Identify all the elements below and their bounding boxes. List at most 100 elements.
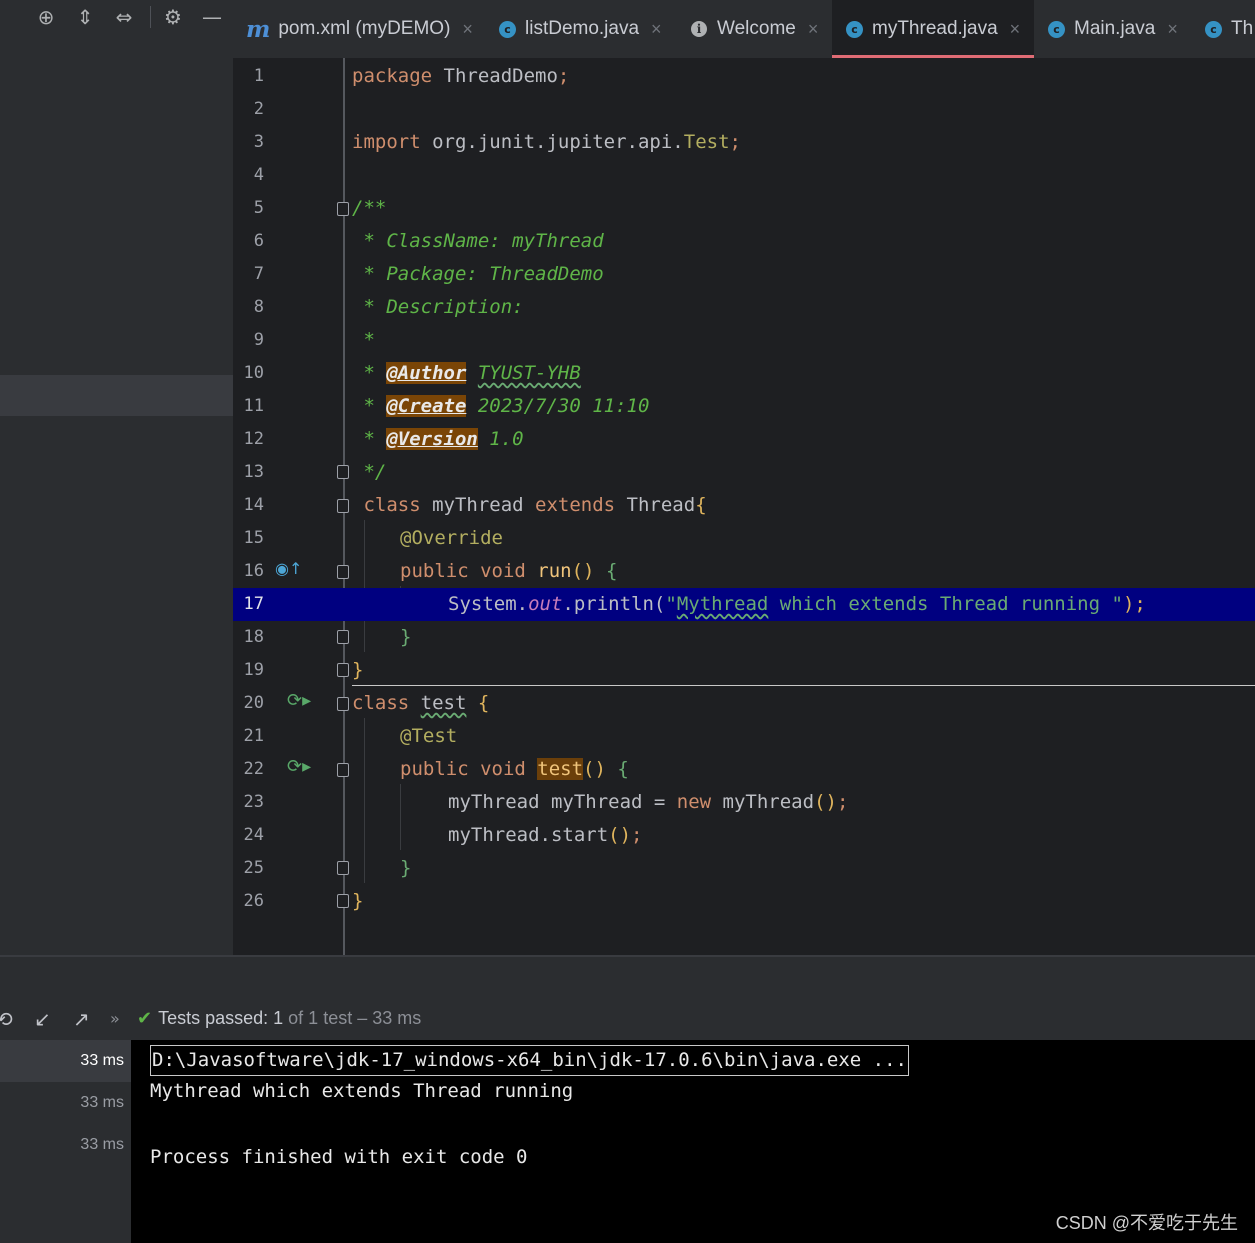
fold-icon[interactable] — [337, 630, 349, 644]
line-number: 6 — [253, 231, 264, 251]
minimize-icon[interactable]: — — [199, 4, 225, 30]
code-line[interactable]: 6 * ClassName: myThread — [233, 225, 1255, 258]
fold-icon[interactable] — [337, 763, 349, 777]
line-number: 4 — [253, 165, 264, 185]
console-command-line[interactable]: D:\Javasoftware\jdk-17_windows-x64_bin\j… — [150, 1045, 909, 1076]
code-text: System.out.println("Mythread which exten… — [448, 593, 1146, 615]
line-number: 23 — [243, 792, 264, 812]
check-icon: ✔ — [137, 1008, 153, 1029]
line-number: 21 — [243, 726, 264, 746]
line-number: 20 — [243, 693, 264, 713]
tab-listdemo-java[interactable]: c listDemo.java × — [499, 0, 662, 58]
line-number: 2 — [253, 99, 264, 119]
code-line-current[interactable]: 17 System.out.println("Mythread which ex… — [233, 588, 1255, 621]
tab-mythread-java[interactable]: c myThread.java × — [832, 0, 1035, 58]
code-line[interactable]: 20 ⟳▸ class test { — [233, 687, 1255, 720]
code-line[interactable]: 21 @Test — [233, 720, 1255, 753]
code-text: public void test() { — [400, 758, 629, 780]
java-class-icon: c — [1205, 20, 1222, 38]
expand-all-icon[interactable]: ⇕ — [72, 4, 98, 30]
tab-pom-xml[interactable]: m pom.xml (myDEMO) × — [246, 0, 473, 58]
code-line[interactable]: 15 @Override — [233, 522, 1255, 555]
fold-icon[interactable] — [337, 894, 349, 908]
tab-label: myThread.java — [872, 18, 998, 39]
code-line[interactable]: 22 ⟳▸ public void test() { — [233, 753, 1255, 786]
gear-icon[interactable]: ⚙ — [160, 4, 186, 30]
tab-main-java[interactable]: c Main.java × — [1048, 0, 1178, 58]
close-icon[interactable]: × — [651, 19, 662, 40]
fold-icon[interactable] — [337, 465, 349, 479]
code-line[interactable]: 13 */ — [233, 456, 1255, 489]
test-tree-row[interactable]: 33 ms — [0, 1082, 131, 1124]
code-line[interactable]: 25 } — [233, 852, 1255, 885]
code-line[interactable]: 19 } — [233, 654, 1255, 687]
code-text: * — [352, 329, 375, 351]
code-text: @Override — [400, 527, 503, 549]
code-line[interactable]: 16 ◉↑ public void run() { — [233, 555, 1255, 588]
line-number: 9 — [253, 330, 264, 350]
editor-tab-bar: m pom.xml (myDEMO) × c listDemo.java × i… — [233, 0, 1255, 58]
tab-label: pom.xml (myDEMO) — [278, 18, 451, 39]
line-number: 22 — [243, 759, 264, 779]
fold-icon[interactable] — [337, 565, 349, 579]
code-line[interactable]: 24 myThread.start(); — [233, 819, 1255, 852]
fold-icon[interactable] — [337, 202, 349, 216]
line-number: 17 — [243, 594, 264, 614]
line-number: 10 — [243, 363, 264, 383]
code-line[interactable]: 10 * @Author TYUST-YHB — [233, 357, 1255, 390]
code-line[interactable]: 11 * @Create 2023/7/30 11:10 — [233, 390, 1255, 423]
code-line[interactable]: 12 * @Version 1.0 — [233, 423, 1255, 456]
code-line[interactable]: 8 * Description: — [233, 291, 1255, 324]
project-panel: ⊕ ⇕ ⇔ ⚙ — — [0, 0, 233, 955]
console-line: Process finished with exit code 0 — [150, 1146, 528, 1168]
code-text: public void run() { — [400, 560, 618, 582]
line-number: 15 — [243, 528, 264, 548]
code-line[interactable]: 5 /** — [233, 192, 1255, 225]
fold-icon[interactable] — [337, 697, 349, 711]
code-text: * ClassName: myThread — [352, 230, 604, 252]
fold-icon[interactable] — [337, 663, 349, 677]
watermark: CSDN @不爱吃于先生 — [1055, 1213, 1238, 1233]
fold-icon[interactable] — [337, 861, 349, 875]
java-class-icon: c — [499, 20, 516, 38]
close-icon[interactable]: × — [1010, 19, 1021, 40]
tab-thread-partial[interactable]: c Th — [1205, 0, 1253, 58]
code-line[interactable]: 18 } — [233, 621, 1255, 654]
code-line[interactable]: 3 import org.junit.jupiter.api.Test; — [233, 126, 1255, 159]
test-tree-row[interactable]: 33 ms — [0, 1040, 131, 1082]
test-tree-row[interactable]: 33 ms — [0, 1124, 131, 1166]
import-tests-icon[interactable]: ↙ — [34, 1007, 51, 1031]
console-line: Mythread which extends Thread running — [150, 1080, 574, 1102]
history-icon[interactable]: ⟲ — [0, 1007, 13, 1031]
locate-icon[interactable]: ⊕ — [33, 4, 59, 30]
override-method-icon[interactable]: ◉↑ — [275, 559, 302, 578]
code-line[interactable]: 4 — [233, 159, 1255, 192]
code-text: /** — [352, 197, 387, 219]
tab-welcome[interactable]: i Welcome × — [691, 0, 818, 58]
run-test-icon[interactable]: ⟳▸ — [287, 690, 311, 711]
code-text: */ — [352, 461, 387, 483]
code-editor[interactable]: 1 package ThreadDemo; 2 3 import org.jun… — [233, 58, 1255, 955]
line-number: 1 — [253, 66, 264, 86]
tab-label: Main.java — [1074, 18, 1156, 39]
close-icon[interactable]: × — [808, 19, 819, 40]
code-line[interactable]: 1 package ThreadDemo; — [233, 60, 1255, 93]
code-line[interactable]: 23 myThread myThread = new myThread(); — [233, 786, 1255, 819]
code-text: * @Create 2023/7/30 11:10 — [352, 395, 650, 417]
code-line[interactable]: 14 class myThread extends Thread{ — [233, 489, 1255, 522]
code-line[interactable]: 7 * Package: ThreadDemo — [233, 258, 1255, 291]
run-test-icon[interactable]: ⟳▸ — [287, 756, 311, 777]
code-line[interactable]: 26 } — [233, 885, 1255, 918]
export-tests-icon[interactable]: ↗ — [73, 1007, 90, 1031]
console-output[interactable]: D:\Javasoftware\jdk-17_windows-x64_bin\j… — [131, 1040, 1255, 1243]
more-chevron-icon[interactable]: » — [110, 1009, 120, 1028]
code-line[interactable]: 9 * — [233, 324, 1255, 357]
fold-icon[interactable] — [337, 499, 349, 513]
project-tree-selected-row[interactable] — [0, 375, 233, 416]
method-separator — [352, 685, 1255, 686]
code-text: class test { — [352, 692, 490, 714]
collapse-all-icon[interactable]: ⇔ — [111, 4, 137, 30]
close-icon[interactable]: × — [1167, 19, 1178, 40]
code-line[interactable]: 2 — [233, 93, 1255, 126]
close-icon[interactable]: × — [462, 19, 473, 40]
